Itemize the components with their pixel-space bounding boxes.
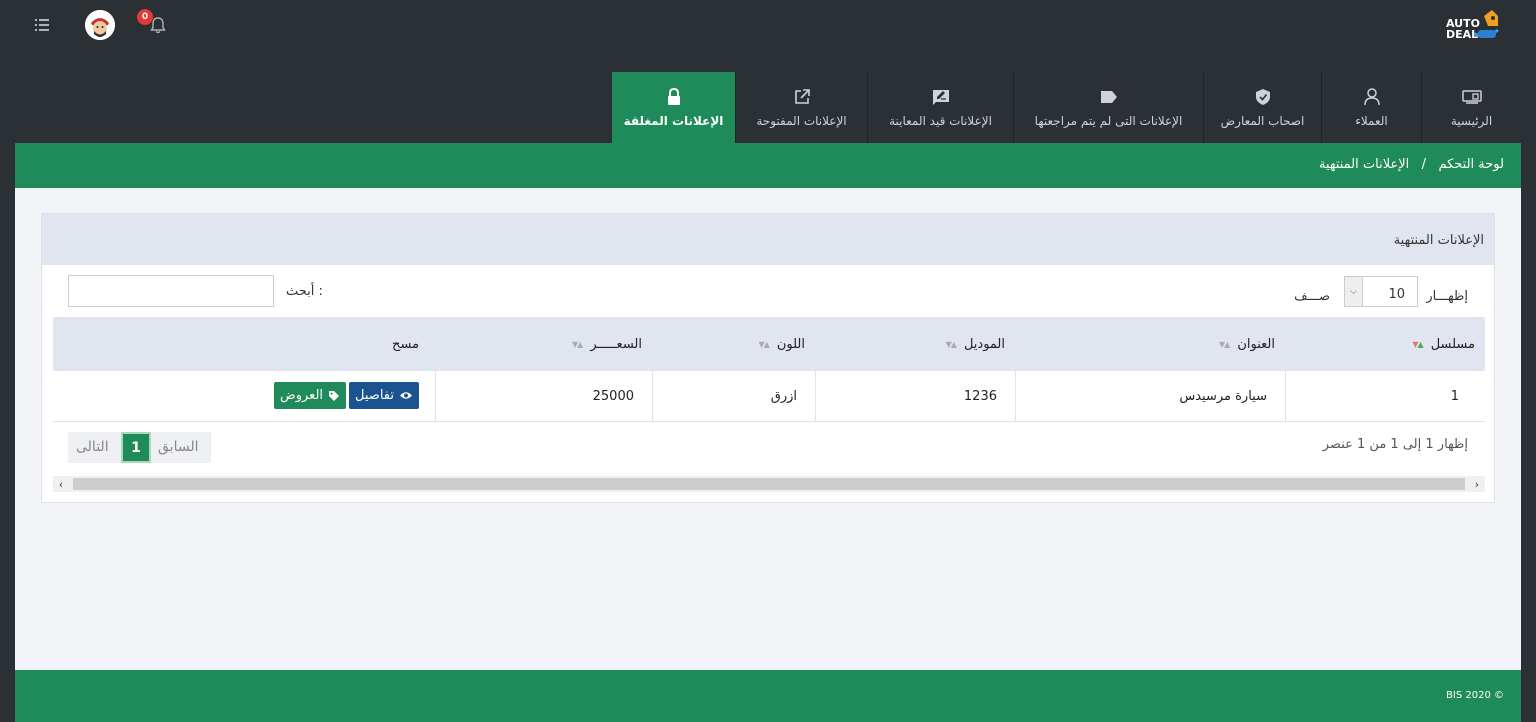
cell-color: ازرق — [652, 371, 815, 422]
column-label: العنوان — [1237, 336, 1275, 352]
lock-icon — [667, 88, 681, 106]
nav-label: الإعلانات المغلقة — [623, 113, 724, 128]
nav-label: الرئيسية — [1450, 113, 1493, 128]
nav-home[interactable]: الرئيسية — [1421, 72, 1521, 143]
breadcrumb: لوحة التحكم / الإعلانات المنتهية — [1319, 157, 1504, 172]
breadcrumb-bar: لوحة التحكم / الإعلانات المنتهية — [15, 143, 1521, 188]
column-header-price[interactable]: السعـــــر ▲▼ — [435, 317, 652, 371]
offers-button[interactable]: العروض — [274, 382, 346, 409]
sort-asc-icon: ▲▼ — [1412, 339, 1423, 349]
cell-title: سيارة مرسيدس — [1015, 371, 1285, 422]
nav-label: العملاء — [1355, 113, 1388, 128]
pagination: التالى 1 السابق — [68, 432, 211, 463]
rows-label: صـــف — [1294, 289, 1330, 304]
column-header-title[interactable]: العنوان ▲▼ — [1015, 317, 1285, 371]
horizontal-scrollbar[interactable]: ‹ › — [53, 476, 1485, 492]
nav-label: الإعلانات المفتوحة — [756, 113, 847, 128]
column-label: مسلسل — [1430, 336, 1475, 352]
user-icon — [1363, 87, 1380, 106]
pagination-next[interactable]: التالى — [76, 439, 109, 455]
table-row: 1 سيارة مرسيدس 1236 ازرق 25000 تفاصيل ال… — [53, 371, 1485, 422]
cell-price: 25000 — [435, 371, 652, 422]
external-link-icon — [794, 88, 810, 106]
column-label: الموديل — [963, 336, 1005, 352]
table-info: إظهار 1 إلى 1 من 1 عنصر — [1322, 437, 1468, 452]
breadcrumb-root-link[interactable]: لوحة التحكم — [1438, 157, 1504, 172]
autodeal-logo[interactable]: AUTO DEAL — [1444, 8, 1504, 44]
column-label: السعـــــر — [590, 336, 642, 352]
scroll-left-arrow-icon[interactable]: ‹ — [53, 476, 69, 492]
footer: BIS 2020 © — [15, 670, 1521, 722]
page-length-value: 10 — [1388, 287, 1405, 302]
breadcrumb-current: الإعلانات المنتهية — [1318, 157, 1410, 172]
nav-showroom-owners[interactable]: اصحاب المعارض — [1203, 72, 1321, 143]
nav-closed-ads[interactable]: الإعلانات المغلقة — [612, 72, 735, 143]
details-button[interactable]: تفاصيل — [349, 382, 419, 409]
edit-icon — [932, 88, 950, 106]
main-panel: الرئيسية العملاء اصحاب المعارض الإعلانات… — [15, 72, 1521, 722]
column-header-serial[interactable]: مسلسل ▲▼ — [1285, 317, 1485, 371]
main-navbar: الرئيسية العملاء اصحاب المعارض الإعلانات… — [15, 72, 1521, 143]
breadcrumb-separator: / — [1421, 157, 1427, 172]
scrollbar-thumb[interactable] — [73, 478, 1465, 490]
dashboard-icon — [1461, 88, 1482, 106]
cell-serial: 1 — [1285, 371, 1485, 422]
nav-clients[interactable]: العملاء — [1321, 72, 1421, 143]
cell-model: 1236 — [815, 371, 1015, 422]
card-header: الإعلانات المنتهية — [42, 214, 1494, 265]
search-input[interactable] — [68, 275, 274, 307]
table-header: مسلسل ▲▼ العنوان ▲▼ الموديل ▲▼ اللون ▲▼ … — [53, 317, 1485, 371]
nav-inspection-ads[interactable]: الإعلانات قيد المعاينة — [867, 72, 1013, 143]
sort-icon: ▲▼ — [1219, 339, 1230, 349]
user-avatar[interactable] — [85, 10, 115, 40]
column-label: اللون — [776, 336, 805, 352]
pagination-prev[interactable]: السابق — [158, 439, 198, 455]
sort-icon: ▲▼ — [758, 339, 770, 349]
nav-unreviewed-ads[interactable]: الإعلانات التى لم يتم مراجعتها — [1013, 72, 1203, 143]
tag-icon — [328, 390, 340, 402]
card-title: الإعلانات المنتهية — [1393, 233, 1484, 248]
column-header-model[interactable]: الموديل ▲▼ — [815, 317, 1015, 371]
notifications-count-badge: 0 — [137, 9, 153, 25]
sort-icon: ▲▼ — [945, 339, 957, 349]
top-bar: 0 AUTO DEAL — [0, 0, 1536, 51]
nav-open-ads[interactable]: الإعلانات المفتوحة — [735, 72, 867, 143]
search-label: أبحث : — [286, 284, 323, 299]
copyright: BIS 2020 © — [1446, 690, 1504, 701]
eye-icon — [399, 391, 413, 400]
show-label: إظهـــار — [1426, 289, 1468, 304]
offers-label: العروض — [280, 388, 324, 403]
column-header-delete: مسح — [53, 317, 435, 371]
expired-ads-card: الإعلانات المنتهية إظهـــار 10 ⌵ صـــف أ… — [41, 213, 1495, 503]
shield-icon — [1255, 88, 1271, 106]
chevron-down-icon: ⌵ — [1345, 277, 1363, 306]
menu-list-icon[interactable] — [30, 14, 54, 36]
details-label: تفاصيل — [355, 388, 394, 403]
tag-icon — [1100, 88, 1118, 106]
pagination-page-current[interactable]: 1 — [121, 432, 151, 463]
nav-label: الإعلانات التى لم يتم مراجعتها — [1034, 113, 1183, 128]
scroll-right-arrow-icon[interactable]: › — [1469, 476, 1485, 492]
column-header-color[interactable]: اللون ▲▼ — [652, 317, 815, 371]
page-length-select[interactable]: 10 ⌵ — [1344, 276, 1418, 307]
nav-label: اصحاب المعارض — [1220, 113, 1305, 128]
sort-icon: ▲▼ — [572, 339, 583, 349]
column-label: مسح — [392, 336, 419, 352]
nav-label: الإعلانات قيد المعاينة — [889, 113, 992, 128]
